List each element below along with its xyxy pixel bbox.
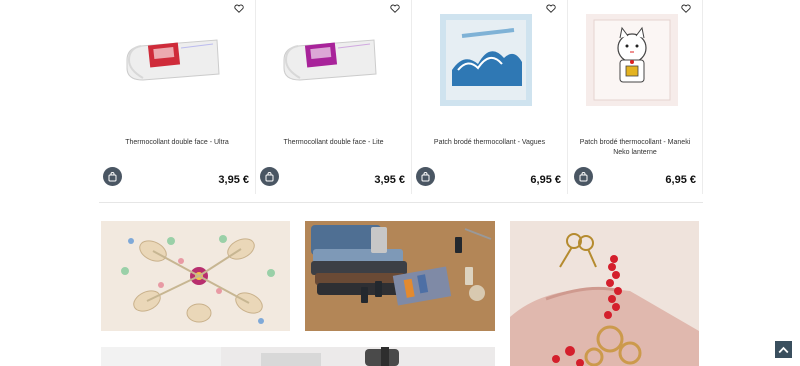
shopping-bag-icon — [265, 171, 274, 181]
product-price: 6,95 € — [665, 174, 696, 186]
product-image[interactable] — [572, 12, 692, 108]
category-banner[interactable] — [101, 347, 495, 366]
product-image[interactable] — [113, 12, 233, 108]
product-card[interactable]: Patch brodé thermocollant - Vagues 6,95 … — [411, 0, 567, 194]
product-price: 3,95 € — [374, 174, 405, 186]
product-name[interactable]: Patch brodé thermocollant - Maneki Neko … — [572, 138, 698, 158]
product-card[interactable]: Thermocollant double face - Lite 3,95 € — [255, 0, 411, 194]
add-to-cart-button[interactable] — [416, 167, 435, 186]
product-name[interactable]: Thermocollant double face - Ultra — [103, 138, 251, 148]
heart-icon[interactable] — [389, 2, 401, 14]
add-to-cart-button[interactable] — [260, 167, 279, 186]
category-banner-sewing-supplies[interactable] — [305, 221, 495, 331]
category-banner-beads[interactable] — [510, 221, 699, 366]
add-to-cart-button[interactable] — [574, 167, 593, 186]
heart-icon[interactable] — [233, 2, 245, 14]
shopping-bag-icon — [579, 171, 588, 181]
shopping-bag-icon — [108, 171, 117, 181]
product-card[interactable]: Thermocollant double face - Ultra 3,95 € — [99, 0, 255, 194]
section-divider — [99, 202, 703, 203]
product-name[interactable]: Thermocollant double face - Lite — [260, 138, 407, 148]
product-price: 3,95 € — [218, 174, 249, 186]
product-image[interactable] — [426, 12, 546, 108]
product-price: 6,95 € — [530, 174, 561, 186]
category-banner-ribbons[interactable] — [101, 221, 290, 331]
heart-icon[interactable] — [545, 2, 557, 14]
product-card[interactable]: Patch brodé thermocollant - Maneki Neko … — [567, 0, 703, 194]
chevron-up-icon — [778, 346, 789, 353]
product-image[interactable] — [270, 12, 390, 108]
product-list: Thermocollant double face - Ultra 3,95 €… — [99, 0, 703, 194]
scroll-to-top-button[interactable] — [775, 341, 792, 358]
shopping-bag-icon — [421, 171, 430, 181]
add-to-cart-button[interactable] — [103, 167, 122, 186]
product-name[interactable]: Patch brodé thermocollant - Vagues — [416, 138, 563, 148]
